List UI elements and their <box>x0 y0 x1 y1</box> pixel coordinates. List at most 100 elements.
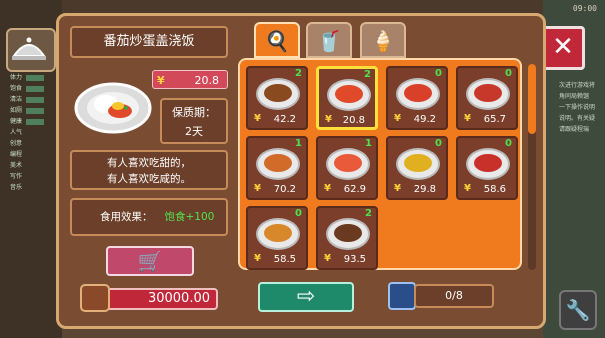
dish-price: 20.8 <box>194 74 220 87</box>
dish-food <box>404 84 432 102</box>
status-row-label: 健康 <box>10 118 23 125</box>
ice-cream-icon: 🍦 <box>370 29 396 53</box>
shelf-life-value: 2天 <box>185 125 203 138</box>
item-card[interactable]: 0 ¥65.7 <box>456 66 518 130</box>
item-count: 1 <box>295 138 302 149</box>
dish-name: 番茄炒蛋盖浇饭 <box>70 26 228 58</box>
item-price: 29.8 <box>413 184 436 195</box>
close-button[interactable]: ✕ <box>541 26 585 70</box>
status-row-label: 体力 <box>10 74 23 81</box>
status-row-label: 清洁 <box>10 96 23 103</box>
item-card[interactable]: 0 ¥58.6 <box>456 136 518 200</box>
item-price: 70.2 <box>273 184 296 195</box>
dish-price-tag: ¥ 20.8 <box>152 70 228 89</box>
tab-food[interactable]: 🍳 <box>254 22 300 58</box>
item-count: 0 <box>295 208 302 219</box>
status-bar <box>26 118 45 125</box>
yen-icon: ¥ <box>254 183 261 194</box>
food-cloche-button[interactable] <box>6 28 56 72</box>
cloche-icon <box>12 37 46 60</box>
yen-icon: ¥ <box>157 74 165 87</box>
yen-icon: ¥ <box>324 183 331 194</box>
item-count: 0 <box>505 68 512 79</box>
dish-food <box>474 154 502 172</box>
status-row: 体力 <box>6 72 58 83</box>
wrench-icon: 🔧 <box>565 298 591 322</box>
arrow-right-icon: ⇨ <box>296 284 316 309</box>
dish-preview-image <box>74 82 152 134</box>
status-row-label: 创意 <box>10 140 23 147</box>
status-row-label: 饱食 <box>10 85 23 92</box>
effect-box: 食用效果： 饱食+100 <box>70 198 228 236</box>
status-row-label: 如厕 <box>10 107 23 114</box>
status-row: 饱食 <box>6 83 58 94</box>
scrollbar-thumb[interactable] <box>528 64 536 134</box>
item-card[interactable]: 0 ¥49.2 <box>386 66 448 130</box>
status-bar <box>26 85 45 92</box>
hint-line: 说明。有关疑 <box>559 115 596 122</box>
item-card[interactable]: 0 ¥58.5 <box>246 206 308 270</box>
hint-line: 请跟疑程瑞 <box>559 126 590 133</box>
status-row-label: 编程 <box>10 151 23 158</box>
item-price: 93.5 <box>343 254 366 265</box>
fried-egg-icon: 🍳 <box>264 29 290 53</box>
dish-food <box>264 84 292 102</box>
status-row: 人气 <box>6 127 58 138</box>
money-balance: 30000.00 <box>102 288 218 310</box>
item-card[interactable]: 0 ¥29.8 <box>386 136 448 200</box>
item-price: 58.6 <box>483 184 506 195</box>
storage-capacity: 0/8 <box>414 284 494 308</box>
item-card[interactable]: 2 ¥20.8 <box>316 66 378 130</box>
yen-icon: ¥ <box>464 183 471 194</box>
desc-line-2: 有人喜欢吃咸的。 <box>107 173 191 185</box>
dish-description: 有人喜欢吃甜的， 有人喜欢吃咸的。 <box>70 150 228 190</box>
item-card[interactable]: 1 ¥62.9 <box>316 136 378 200</box>
item-price: 65.7 <box>483 114 506 125</box>
item-card[interactable]: 2 ¥93.5 <box>316 206 378 270</box>
yen-icon: ¥ <box>464 113 471 124</box>
yen-icon: ¥ <box>325 114 332 125</box>
hint-line: 角同局赖馏 <box>559 93 590 100</box>
item-price: 49.2 <box>413 114 436 125</box>
dish-food <box>264 154 292 172</box>
clock-text: 09:00 <box>572 4 597 13</box>
status-row: 音乐 <box>6 182 58 193</box>
dish-food <box>264 224 292 242</box>
yen-icon: ¥ <box>394 113 401 124</box>
item-count: 2 <box>295 68 302 79</box>
item-price: 20.8 <box>342 115 365 126</box>
status-row: 清洁 <box>6 94 58 105</box>
status-row-label: 音乐 <box>10 184 23 191</box>
item-count: 0 <box>505 138 512 149</box>
close-icon: ✕ <box>552 32 574 62</box>
item-price: 62.9 <box>343 184 366 195</box>
next-arrow-button[interactable]: ⇨ <box>258 282 354 312</box>
dish-food <box>474 84 502 102</box>
status-bar <box>26 96 45 103</box>
item-card[interactable]: 1 ¥70.2 <box>246 136 308 200</box>
drink-cup-icon: 🥤 <box>316 29 342 53</box>
status-bar <box>26 74 45 81</box>
add-to-cart-button[interactable]: 🛒 <box>106 246 194 276</box>
tab-desserts[interactable]: 🍦 <box>360 22 406 58</box>
item-count: 2 <box>364 69 371 80</box>
wallet-icon <box>80 284 110 312</box>
status-row-label: 美术 <box>10 162 23 169</box>
status-bar <box>26 107 45 114</box>
right-hint-text: 次进行游戏将 角同局赖馏 一下操作说明 说明。有关疑 请跟疑程瑞 <box>559 80 599 135</box>
tab-drinks[interactable]: 🥤 <box>306 22 352 58</box>
item-card[interactable]: 2 ¥42.2 <box>246 66 308 130</box>
status-row: 写作 <box>6 171 58 182</box>
dish-food <box>335 85 363 103</box>
item-price: 58.5 <box>273 254 296 265</box>
yen-icon: ¥ <box>324 253 331 264</box>
status-row-label: 写作 <box>10 173 23 180</box>
effect-label: 食用效果： <box>100 211 153 223</box>
status-row: 编程 <box>6 149 58 160</box>
cart-icon: 🛒 <box>137 249 163 273</box>
item-count: 2 <box>365 208 372 219</box>
status-row: 创意 <box>6 138 58 149</box>
dish-food <box>404 154 432 172</box>
desc-line-1: 有人喜欢吃甜的， <box>107 157 191 169</box>
tool-button[interactable]: 🔧 <box>559 290 597 330</box>
